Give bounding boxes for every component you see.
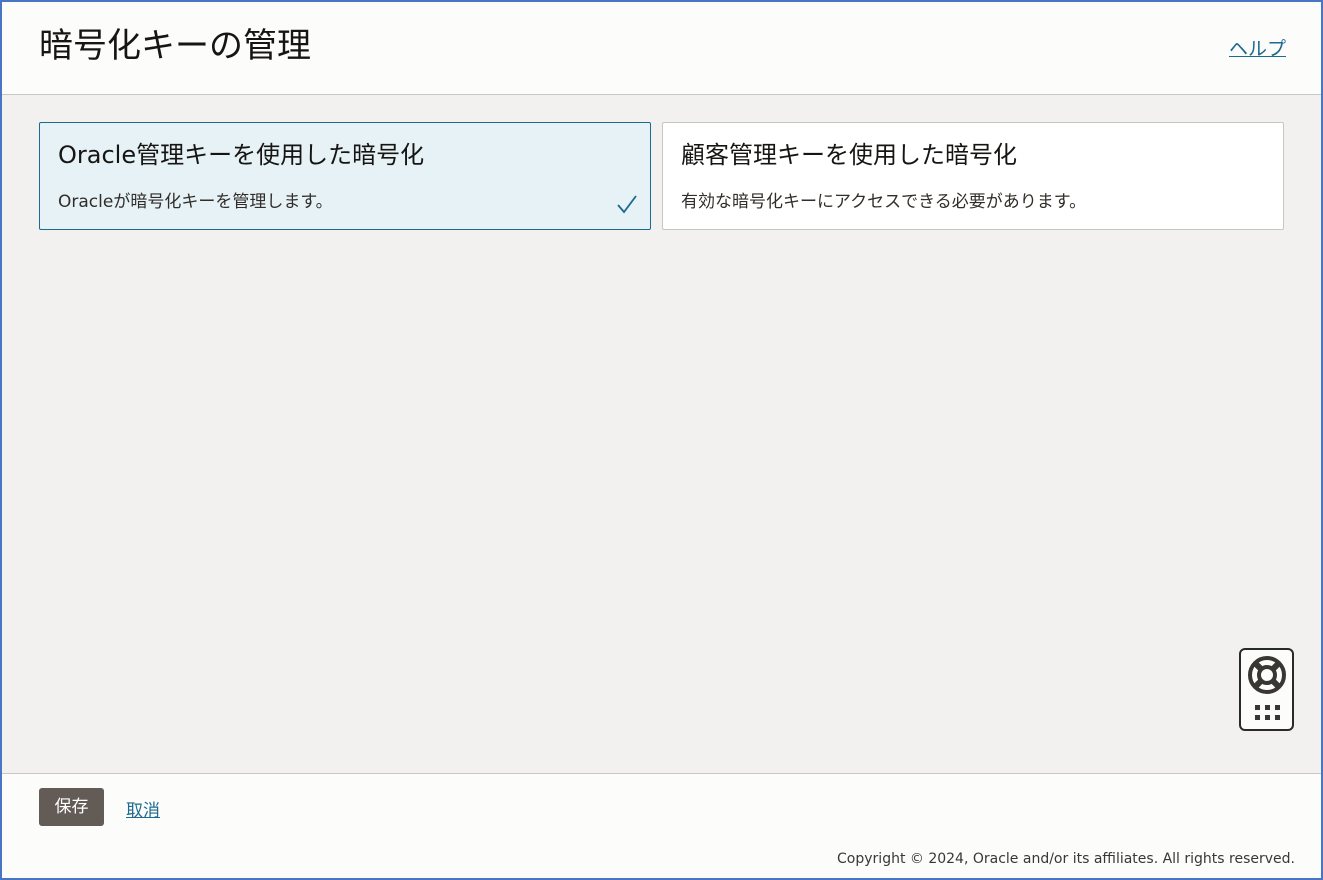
- page-title: 暗号化キーの管理: [39, 26, 311, 66]
- help-widget-button[interactable]: [1239, 648, 1294, 731]
- action-bar: 保存 取消: [2, 773, 1321, 841]
- option-card-customer-managed[interactable]: 顧客管理キーを使用した暗号化 有効な暗号化キーにアクセスできる必要があります。: [662, 122, 1284, 230]
- cancel-link[interactable]: 取消: [126, 796, 160, 821]
- save-button[interactable]: 保存: [39, 788, 104, 826]
- help-link[interactable]: ヘルプ: [1229, 34, 1286, 61]
- option-title: 顧客管理キーを使用した暗号化: [681, 141, 1017, 169]
- copyright-bar: Copyright © 2024, Oracle and/or its affi…: [2, 840, 1321, 878]
- option-description: 有効な暗号化キーにアクセスできる必要があります。: [681, 192, 1087, 212]
- copyright-text: Copyright © 2024, Oracle and/or its affi…: [837, 851, 1295, 867]
- option-title: Oracle管理キーを使用した暗号化: [58, 141, 425, 169]
- checkmark-icon: [617, 195, 637, 214]
- option-card-oracle-managed[interactable]: Oracle管理キーを使用した暗号化 Oracleが暗号化キーを管理します。: [39, 122, 651, 230]
- lifebuoy-icon: [1248, 656, 1286, 694]
- option-description: Oracleが暗号化キーを管理します。: [58, 192, 333, 212]
- grid-icon: [1255, 705, 1280, 720]
- page-header: 暗号化キーの管理 ヘルプ: [2, 2, 1321, 95]
- app-window: 暗号化キーの管理 ヘルプ Oracle管理キーを使用した暗号化 Oracleが暗…: [0, 0, 1323, 880]
